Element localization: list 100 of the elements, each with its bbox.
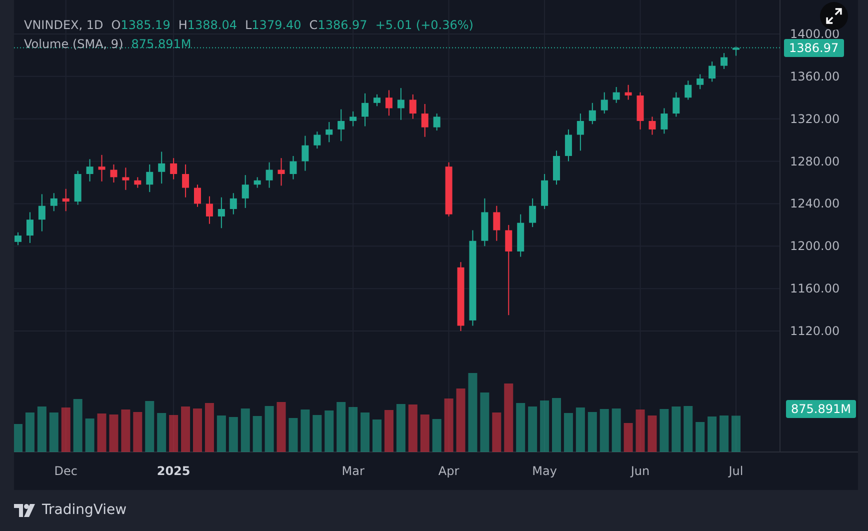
candlestick bbox=[517, 214, 524, 258]
candlestick bbox=[290, 155, 297, 180]
volume-bar bbox=[97, 414, 106, 452]
volume-bar bbox=[504, 384, 514, 452]
volume-bar bbox=[492, 412, 502, 452]
candlestick bbox=[134, 176, 142, 188]
logo-icon bbox=[14, 504, 36, 516]
candlestick bbox=[350, 110, 357, 127]
volume-bar bbox=[660, 409, 669, 452]
volume-bar bbox=[720, 416, 729, 452]
candlestick bbox=[684, 80, 692, 100]
price-axis-label: 1160.00 bbox=[790, 282, 840, 296]
time-axis-label: May bbox=[532, 464, 557, 478]
candlestick bbox=[445, 162, 452, 217]
volume-bar bbox=[528, 406, 538, 452]
volume-bar bbox=[37, 406, 46, 452]
ohlc-value: 1385.19 bbox=[120, 18, 170, 32]
candlestick bbox=[708, 61, 716, 82]
last-price-label: 1386.97 bbox=[784, 38, 844, 57]
candlestick bbox=[397, 88, 404, 120]
volume-bar bbox=[25, 412, 34, 452]
volume-bar bbox=[216, 416, 226, 452]
volume-bar bbox=[444, 398, 454, 452]
volume-bar bbox=[49, 412, 58, 452]
candlestick bbox=[433, 113, 440, 131]
volume-bar bbox=[612, 408, 621, 452]
volume-bar bbox=[264, 406, 274, 452]
volume-bar bbox=[636, 410, 645, 452]
volume-bar bbox=[300, 410, 310, 452]
time-axis-label: Mar bbox=[342, 464, 364, 478]
volume-bar bbox=[576, 408, 585, 452]
volume-bar bbox=[552, 398, 561, 452]
time-axis-label: Apr bbox=[438, 464, 460, 478]
candlestick bbox=[564, 128, 572, 162]
volume-bar bbox=[169, 415, 178, 452]
ohlc-value: 1388.04 bbox=[187, 18, 237, 32]
candlestick bbox=[612, 86, 620, 104]
candlestick bbox=[182, 164, 190, 198]
volume-bar bbox=[228, 417, 238, 452]
candlestick bbox=[696, 74, 704, 90]
volume-bar bbox=[85, 418, 94, 452]
volume-bar bbox=[708, 416, 717, 452]
candlestick bbox=[170, 158, 178, 180]
volume-bar bbox=[193, 408, 202, 452]
volume-bar bbox=[696, 422, 705, 452]
volume-bar bbox=[14, 424, 22, 452]
candlestick bbox=[230, 192, 237, 215]
candlestick bbox=[38, 194, 46, 232]
volume-bar bbox=[133, 412, 142, 452]
volume-value: 875.891M bbox=[131, 37, 192, 51]
volume-bar bbox=[204, 403, 214, 452]
candlestick bbox=[374, 94, 380, 107]
volume-badge: 875.891M bbox=[786, 400, 856, 418]
volume-bar bbox=[181, 406, 190, 452]
candlestick bbox=[158, 151, 166, 184]
time-axis-label: 2025 bbox=[156, 464, 190, 478]
price-axis-label: 1400.00 bbox=[790, 26, 840, 41]
volume-bar bbox=[324, 410, 334, 452]
expand-button[interactable] bbox=[820, 2, 848, 30]
volume-bar bbox=[312, 415, 322, 452]
candlestick bbox=[493, 205, 500, 242]
price-axis-label: 1280.00 bbox=[790, 154, 840, 168]
price-axis-label: 1360.00 bbox=[790, 69, 840, 84]
candlestick bbox=[672, 92, 680, 118]
volume-bar bbox=[157, 413, 166, 452]
candlestick bbox=[62, 188, 70, 212]
candlestick bbox=[326, 122, 333, 143]
candlestick bbox=[338, 108, 345, 142]
volume-bar bbox=[121, 410, 130, 452]
candlestick bbox=[732, 46, 740, 56]
volume-bar bbox=[288, 418, 298, 452]
candlestick bbox=[74, 170, 82, 206]
volume-bar bbox=[480, 392, 490, 452]
candlestick bbox=[254, 176, 261, 188]
candlestick bbox=[362, 92, 369, 127]
volume-bar bbox=[672, 406, 681, 452]
candlestick bbox=[576, 113, 584, 152]
candlestick bbox=[636, 92, 644, 130]
volume-bar bbox=[432, 419, 442, 452]
volume-bar bbox=[336, 402, 346, 452]
price-axis-label: 1320.00 bbox=[790, 112, 840, 126]
ohlc-value: 1379.40 bbox=[252, 18, 302, 32]
price-change: +5.01 (+0.36%) bbox=[375, 18, 474, 32]
volume-bar bbox=[600, 409, 609, 452]
volume-bar bbox=[384, 410, 394, 452]
candlestick bbox=[266, 162, 273, 188]
volume-bar bbox=[420, 414, 430, 452]
candlestick bbox=[218, 196, 225, 229]
ohlc-key: O bbox=[111, 18, 121, 32]
volume-bar bbox=[516, 403, 526, 452]
time-axis-label: Jun bbox=[630, 464, 650, 478]
candlestick bbox=[314, 131, 321, 150]
candlestick bbox=[457, 262, 464, 332]
candlestick bbox=[194, 184, 201, 208]
ohlc-key: C bbox=[309, 18, 318, 32]
volume-bar bbox=[240, 408, 250, 452]
volume-bar bbox=[624, 423, 633, 452]
candlestick bbox=[302, 135, 309, 172]
volume-bar bbox=[73, 399, 82, 452]
volume-label: Volume (SMA, 9) bbox=[24, 37, 124, 51]
